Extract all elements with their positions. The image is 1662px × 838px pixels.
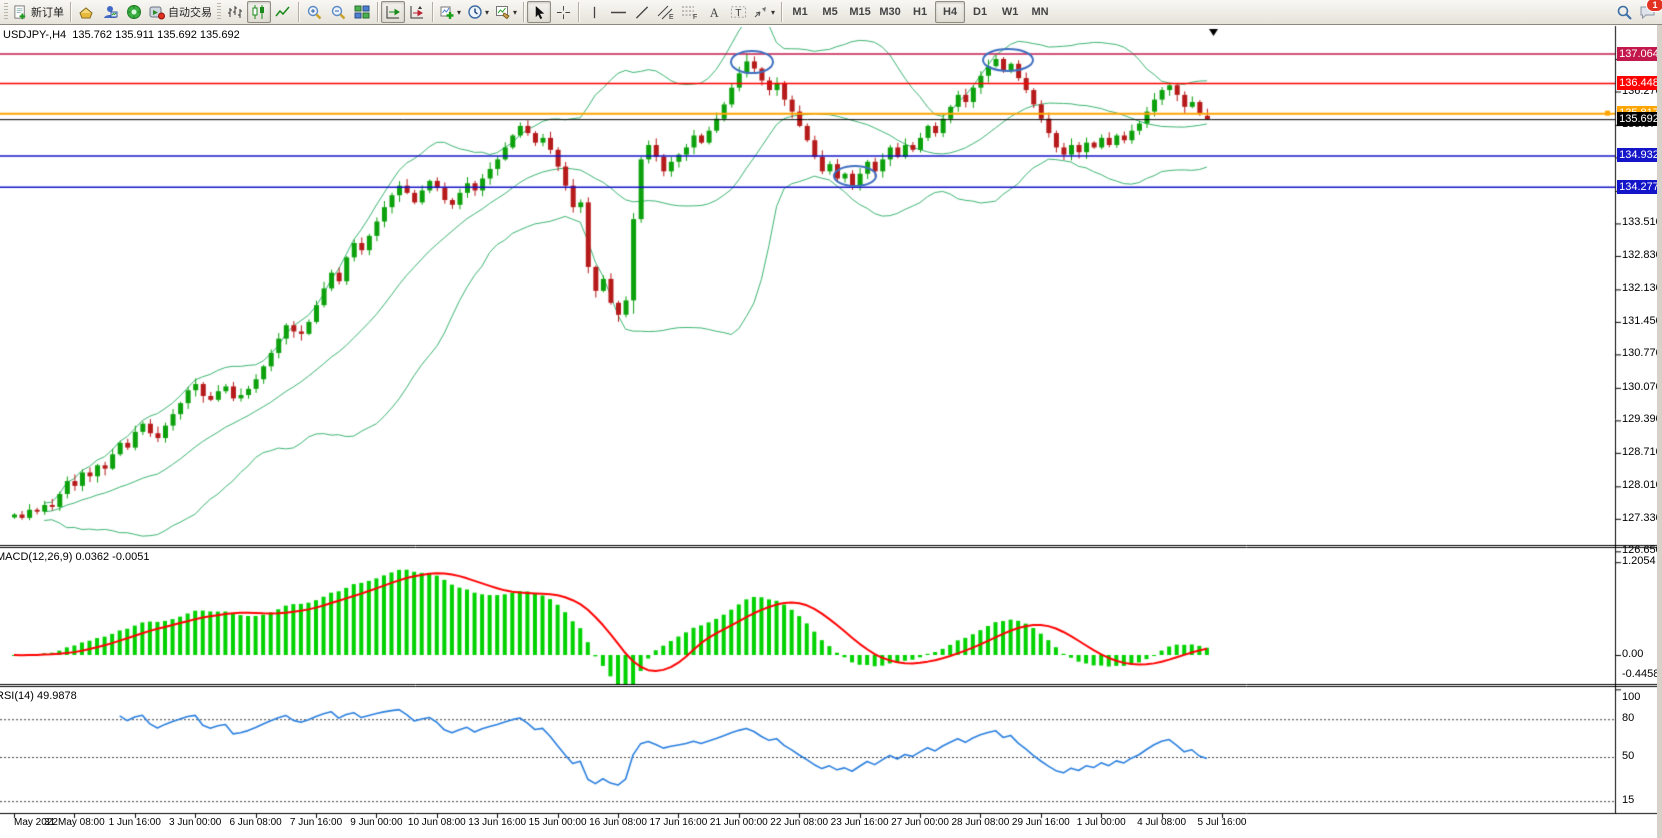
account-button[interactable] xyxy=(74,1,98,23)
fibonacci-tool-button[interactable]: F xyxy=(678,1,702,23)
timeframe-d1-button[interactable]: D1 xyxy=(965,1,995,23)
notification-badge: 1 xyxy=(1646,0,1662,12)
cursor-tool-button[interactable] xyxy=(527,1,551,23)
candlestick-icon xyxy=(251,4,267,20)
template-icon xyxy=(495,4,511,20)
new-order-label: 新订单 xyxy=(31,4,64,20)
add-indicator-button[interactable]: ▾ xyxy=(436,1,464,23)
search-icon xyxy=(1616,4,1633,21)
line-chart-icon xyxy=(275,4,291,20)
auto-scroll-icon xyxy=(385,4,401,20)
timeframe-m5-button[interactable]: M5 xyxy=(815,1,845,23)
tile-windows-button[interactable] xyxy=(350,1,374,23)
text-tool-button[interactable]: A xyxy=(702,1,726,23)
vertical-line-tool-button[interactable] xyxy=(582,1,606,23)
cursor-icon xyxy=(532,5,547,20)
timeframe-clock-icon xyxy=(467,4,483,20)
label-icon: T xyxy=(730,4,747,20)
chat-button[interactable]: 1 xyxy=(1636,1,1660,23)
zoom-in-button[interactable] xyxy=(302,1,326,23)
timeframe-m15-button[interactable]: M15 xyxy=(845,1,875,23)
bar-chart-icon xyxy=(227,4,243,20)
new-order-button[interactable]: 新订单 xyxy=(10,1,67,23)
candlestick-chart-button[interactable] xyxy=(247,1,271,23)
timeframes-menu-button[interactable]: ▾ xyxy=(464,1,492,23)
add-indicator-icon xyxy=(439,4,455,20)
line-chart-button[interactable] xyxy=(271,1,295,23)
dropdown-arrow-icon: ▾ xyxy=(771,8,775,17)
chart-shift-button[interactable] xyxy=(405,1,429,23)
vertical-line-icon xyxy=(588,5,601,20)
crosshair-icon xyxy=(556,5,571,20)
auto-trading-button[interactable]: 自动交易 xyxy=(146,1,215,23)
news-button[interactable] xyxy=(122,1,146,23)
zoom-out-button[interactable] xyxy=(326,1,350,23)
toolbar-separator xyxy=(298,2,299,22)
auto-trading-icon xyxy=(149,4,165,20)
dropdown-arrow-icon: ▾ xyxy=(457,8,461,17)
dropdown-arrow-icon: ▾ xyxy=(513,8,517,17)
svg-text:E: E xyxy=(669,14,674,20)
toolbar-separator xyxy=(523,2,524,22)
timeframe-m30-button[interactable]: M30 xyxy=(875,1,905,23)
timeframe-m1-button[interactable]: M1 xyxy=(785,1,815,23)
toolbar-separator xyxy=(377,2,378,22)
tile-windows-icon xyxy=(354,4,370,20)
crosshair-tool-button[interactable] xyxy=(551,1,575,23)
shapes-icon xyxy=(753,4,769,20)
toolbar-separator xyxy=(70,2,71,22)
template-button[interactable]: ▾ xyxy=(492,1,520,23)
bar-chart-button[interactable] xyxy=(223,1,247,23)
auto-trading-label: 自动交易 xyxy=(168,4,212,20)
auto-scroll-button[interactable] xyxy=(381,1,405,23)
channel-tool-button[interactable]: E xyxy=(654,1,678,23)
chart-canvas[interactable] xyxy=(0,0,1662,838)
toolbar-separator xyxy=(432,2,433,22)
fibonacci-icon: F xyxy=(681,4,699,20)
toolbar-separator xyxy=(781,2,782,22)
trendline-tool-button[interactable] xyxy=(630,1,654,23)
chart-shift-icon xyxy=(409,4,425,20)
toolbar: 新订单 自动交易 xyxy=(0,0,1662,25)
svg-text:F: F xyxy=(693,14,697,20)
news-icon xyxy=(126,4,142,20)
toolbar-grip[interactable] xyxy=(4,3,8,21)
zoom-out-icon xyxy=(330,4,347,21)
search-button[interactable] xyxy=(1612,1,1636,23)
timeframe-mn-button[interactable]: MN xyxy=(1025,1,1055,23)
toolbar-separator xyxy=(578,2,579,22)
timeframe-h4-button[interactable]: H4 xyxy=(935,1,965,23)
toolbar-grip[interactable] xyxy=(217,3,221,21)
svg-text:T: T xyxy=(735,8,742,19)
trading-terminal-window: 新订单 自动交易 xyxy=(0,0,1662,838)
community-button[interactable] xyxy=(98,1,122,23)
trendline-icon xyxy=(634,5,650,20)
svg-text:A: A xyxy=(709,6,718,20)
shapes-tool-button[interactable]: ▾ xyxy=(750,1,778,23)
window-right-edge xyxy=(1657,25,1662,838)
horizontal-line-icon xyxy=(610,5,627,20)
community-icon xyxy=(102,4,118,20)
zoom-in-icon xyxy=(306,4,323,21)
label-tool-button[interactable]: T xyxy=(726,1,750,23)
timeframe-w1-button[interactable]: W1 xyxy=(995,1,1025,23)
channel-icon: E xyxy=(657,4,675,20)
account-icon xyxy=(78,4,94,20)
text-icon: A xyxy=(707,5,722,20)
timeframe-h1-button[interactable]: H1 xyxy=(905,1,935,23)
horizontal-line-tool-button[interactable] xyxy=(606,1,630,23)
new-order-icon xyxy=(13,5,28,20)
dropdown-arrow-icon: ▾ xyxy=(485,8,489,17)
